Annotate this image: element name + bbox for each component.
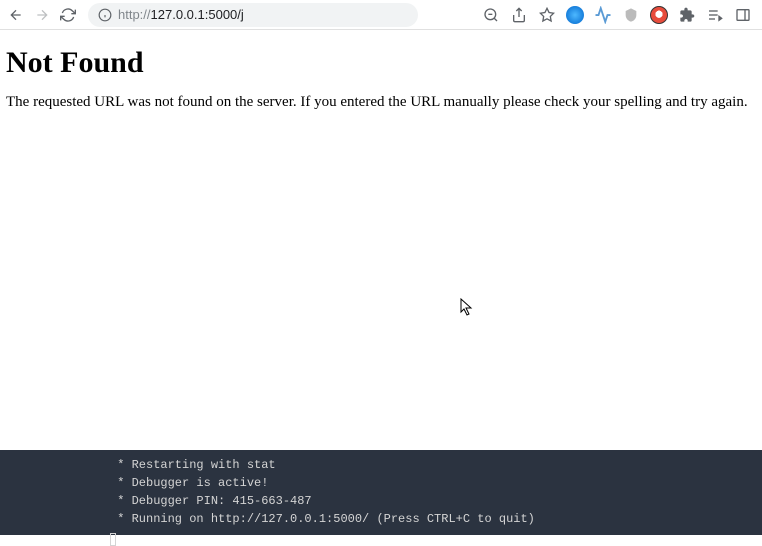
back-button[interactable] [6,5,26,25]
playlist-icon[interactable] [706,6,724,24]
reload-icon [60,7,76,23]
page-content: Not Found The requested URL was not foun… [0,30,762,127]
terminal-line: * Debugger PIN: 415-663-487 [110,492,762,510]
site-info-icon[interactable] [98,8,112,22]
zoom-icon[interactable] [482,6,500,24]
toolbar-actions [482,6,756,24]
terminal-cursor-line [110,528,762,546]
forward-button[interactable] [32,5,52,25]
sidepanel-icon[interactable] [734,6,752,24]
terminal-line: * Restarting with stat [110,456,762,474]
arrow-left-icon [8,7,24,23]
extension-icon-1[interactable] [566,6,584,24]
browser-toolbar: http://127.0.0.1:5000/j [0,0,762,30]
url-display: http://127.0.0.1:5000/j [118,7,244,22]
terminal-line: * Debugger is active! [110,474,762,492]
extension-shield-icon[interactable] [622,6,640,24]
extension-pulse-icon[interactable] [594,6,612,24]
extension-pokeball-icon[interactable] [650,6,668,24]
error-message: The requested URL was not found on the s… [6,94,756,111]
address-bar[interactable]: http://127.0.0.1:5000/j [88,3,418,27]
extensions-puzzle-icon[interactable] [678,6,696,24]
terminal-panel[interactable]: * Restarting with stat * Debugger is act… [0,450,762,535]
error-heading: Not Found [6,46,756,80]
mouse-cursor-icon [460,298,476,318]
share-icon[interactable] [510,6,528,24]
arrow-right-icon [34,7,50,23]
terminal-line: * Running on http://127.0.0.1:5000/ (Pre… [110,510,762,528]
bookmark-star-icon[interactable] [538,6,556,24]
reload-button[interactable] [58,5,78,25]
